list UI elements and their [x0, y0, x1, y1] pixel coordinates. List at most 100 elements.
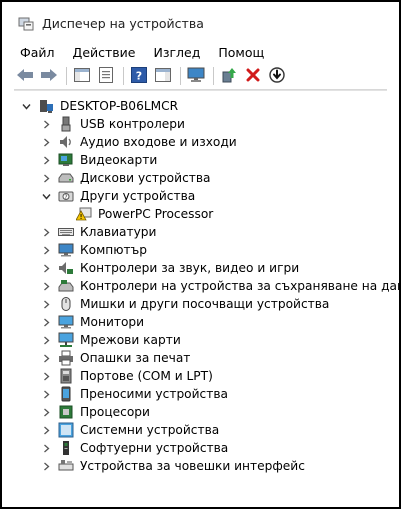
- menu-help[interactable]: Помощ: [218, 45, 271, 60]
- menu-file[interactable]: Файл: [20, 45, 62, 60]
- tree-item-label: Мишки и други посочващи устройства: [80, 297, 330, 311]
- properties-button[interactable]: [95, 65, 117, 87]
- svg-text:?: ?: [64, 194, 67, 201]
- chevron-right-icon[interactable]: [40, 313, 52, 331]
- tree-item-label: Мрежови карти: [80, 333, 181, 347]
- tree-item-sound-controllers[interactable]: Контролери за звук, видео и игри: [40, 259, 299, 277]
- tree-item-print-queues[interactable]: Опашки за печат: [40, 349, 190, 367]
- chevron-right-icon[interactable]: [40, 439, 52, 457]
- tree-item-label: Компютър: [80, 243, 147, 257]
- action-pane-button[interactable]: [152, 65, 174, 87]
- toolbar: ?: [14, 63, 387, 90]
- port-icon: [58, 368, 74, 384]
- printer-icon: [58, 350, 74, 366]
- chevron-right-icon[interactable]: [40, 241, 52, 259]
- tree-item-processors[interactable]: Процесори: [40, 403, 150, 421]
- svg-text:?: ?: [136, 69, 142, 82]
- tree-item-display-adapters[interactable]: Видеокарти: [40, 151, 157, 169]
- chevron-right-icon[interactable]: [40, 331, 52, 349]
- disable-icon: [269, 66, 285, 86]
- usb-icon: [58, 116, 74, 132]
- chevron-right-icon[interactable]: [40, 457, 52, 475]
- tree-item-label: Контролери на устройства за съхраняване …: [80, 279, 401, 293]
- computer-monitor-icon: [58, 242, 74, 258]
- tree-item-label: Клавиатури: [80, 225, 157, 239]
- tree-root[interactable]: DESKTOP-B06LMCR: [20, 97, 178, 115]
- update-driver-button[interactable]: [218, 65, 240, 87]
- chevron-right-icon[interactable]: [40, 259, 52, 277]
- disk-drive-icon: [58, 170, 74, 186]
- tree-item-other-devices[interactable]: ? Други устройства: [40, 187, 195, 205]
- menu-view[interactable]: Изглед: [153, 45, 207, 60]
- tree-item-powerpc-processor[interactable]: PowerPC Processor: [76, 205, 213, 223]
- chevron-right-icon[interactable]: [40, 367, 52, 385]
- toolbar-separator: [123, 67, 124, 85]
- chevron-right-icon[interactable]: [40, 223, 52, 241]
- chevron-right-icon[interactable]: [40, 349, 52, 367]
- computer-icon: [38, 98, 54, 114]
- software-device-icon: [58, 440, 74, 456]
- chevron-down-icon[interactable]: [40, 187, 52, 205]
- menu-bar: Файл Действие Изглед Помощ: [20, 42, 282, 62]
- arrow-left-icon: [16, 68, 34, 85]
- help-button[interactable]: ?: [128, 65, 150, 87]
- title-bar: Диспечер на устройства: [10, 10, 391, 36]
- tree-root-label: DESKTOP-B06LMCR: [60, 99, 179, 113]
- action-pane-icon: [155, 67, 171, 85]
- toolbar-separator: [180, 67, 181, 85]
- back-button[interactable]: [14, 65, 36, 87]
- monitor-scan-icon: [187, 67, 205, 86]
- update-driver-icon: [221, 67, 237, 86]
- device-tree: DESKTOP-B06LMCR USB контролери Аудио вхо…: [14, 90, 401, 499]
- tree-item-hid[interactable]: Устройства за човешки интерфейс: [40, 457, 305, 475]
- tree-item-usb[interactable]: USB контролери: [40, 115, 185, 133]
- chevron-right-icon[interactable]: [40, 115, 52, 133]
- chevron-right-icon[interactable]: [40, 403, 52, 421]
- network-icon: [58, 332, 74, 348]
- tree-item-label: Аудио входове и изходи: [80, 135, 237, 149]
- tree-item-storage-controllers[interactable]: Контролери на устройства за съхраняване …: [40, 277, 401, 295]
- chevron-right-icon[interactable]: [40, 277, 52, 295]
- tree-item-computer[interactable]: Компютър: [40, 241, 147, 259]
- red-x-icon: [246, 68, 260, 85]
- tree-item-disk-drives[interactable]: Дискови устройства: [40, 169, 211, 187]
- forward-button[interactable]: [38, 65, 60, 87]
- tree-item-label: Дискови устройства: [80, 171, 211, 185]
- tree-item-label: Видеокарти: [80, 153, 158, 167]
- tree-item-ports[interactable]: Портове (COM и LPT): [40, 367, 213, 385]
- tree-item-label: Портове (COM и LPT): [80, 369, 213, 383]
- menu-action[interactable]: Действие: [73, 45, 143, 60]
- chevron-right-icon[interactable]: [40, 133, 52, 151]
- processor-icon: [58, 404, 74, 420]
- tree-item-system-devices[interactable]: Системни устройства: [40, 421, 219, 439]
- chevron-right-icon[interactable]: [40, 421, 52, 439]
- tree-item-label: Процесори: [80, 405, 150, 419]
- storage-controller-icon: [58, 278, 74, 294]
- speaker-icon: [58, 134, 74, 150]
- system-device-icon: [58, 422, 74, 438]
- tree-item-software-devices[interactable]: Софтуерни устройства: [40, 439, 228, 457]
- other-device-icon: ?: [58, 188, 74, 204]
- tree-item-network-adapters[interactable]: Мрежови карти: [40, 331, 181, 349]
- chevron-right-icon[interactable]: [40, 169, 52, 187]
- tree-item-audio[interactable]: Аудио входове и изходи: [40, 133, 237, 151]
- scan-hardware-button[interactable]: [185, 65, 207, 87]
- tree-item-mice[interactable]: Мишки и други посочващи устройства: [40, 295, 329, 313]
- chevron-down-icon[interactable]: [20, 97, 32, 115]
- chevron-right-icon[interactable]: [40, 151, 52, 169]
- properties-icon: [98, 66, 114, 86]
- chevron-right-icon[interactable]: [40, 295, 52, 313]
- display-adapter-icon: [58, 152, 74, 168]
- portable-device-icon: [58, 386, 74, 402]
- tree-item-label: Софтуерни устройства: [80, 441, 229, 455]
- uninstall-button[interactable]: [242, 65, 264, 87]
- arrow-right-icon: [40, 68, 58, 85]
- chevron-right-icon[interactable]: [40, 385, 52, 403]
- tree-item-monitors[interactable]: Монитори: [40, 313, 144, 331]
- tree-item-portable-devices[interactable]: Преносими устройства: [40, 385, 228, 403]
- tree-item-label: Други устройства: [80, 189, 196, 203]
- tree-item-label: USB контролери: [80, 117, 185, 131]
- tree-item-keyboards[interactable]: Клавиатури: [40, 223, 156, 241]
- disable-device-button[interactable]: [266, 65, 288, 87]
- show-hide-console-tree-button[interactable]: [71, 65, 93, 87]
